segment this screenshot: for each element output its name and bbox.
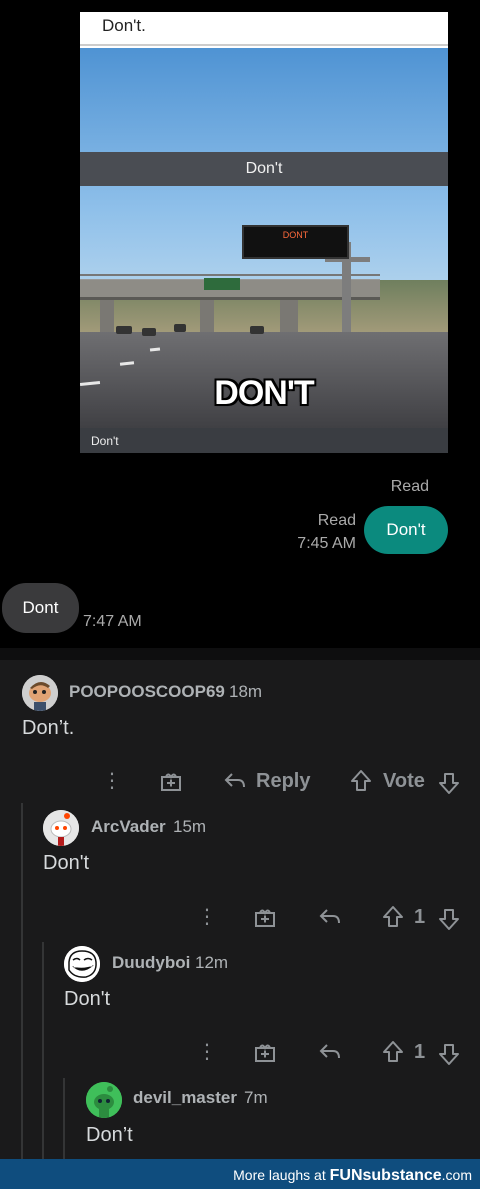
meme-car [142,328,156,336]
meme-pillar [280,300,298,336]
reply-icon[interactable] [318,906,342,928]
upvote-icon[interactable] [382,905,404,929]
downvote-icon[interactable] [438,907,460,931]
award-icon[interactable] [254,1041,276,1063]
meme-billboard-text: DONT [282,230,309,240]
watermark-text: More laughs at FUNsubstance.com [233,1167,472,1185]
snoo-avatar[interactable] [43,810,79,846]
comment-username[interactable]: devil_master [133,1088,237,1108]
meme-footer: Don't [80,428,448,453]
comment-username[interactable]: POOPOOSCOOP69 [69,682,225,702]
meme-car [250,326,264,334]
messages-panel: Don't. Don't DONT DON'T Don't Read Read … [0,0,480,648]
watermark-suffix: .com [441,1167,472,1183]
comment-body: Don't [43,852,90,874]
watermark-prefix: More laughs at [233,1167,326,1183]
comment-body: Don't [64,988,111,1010]
comment-age: 12m [195,953,229,972]
meme-car [174,324,186,332]
reply-icon[interactable] [223,770,247,792]
meme-highway-sign [204,278,240,290]
comment-age: 7m [244,1088,268,1107]
watermark-banner: More laughs at FUNsubstance.com [0,1159,480,1189]
snoo-avatar[interactable] [22,675,58,711]
upvote-icon[interactable] [382,1040,404,1064]
meme-car [116,326,132,334]
meme-billboard: DONT [242,225,349,259]
green-snoo-avatar-icon [86,1082,122,1118]
comment-username[interactable]: Duudyboi [112,953,190,973]
meme-pillar [200,300,214,336]
more-options-icon[interactable]: ⋮ [102,770,122,792]
more-options-icon[interactable]: ⋮ [197,906,217,928]
vote-label: Vote [383,770,425,792]
message-timestamp: 7:45 AM [297,535,356,552]
meme-band-caption: Don't [245,160,283,177]
award-icon[interactable] [254,906,276,928]
meme-band: Don't [80,152,448,186]
thread-line[interactable] [21,803,23,1171]
vote-score: 1 [414,906,426,928]
outgoing-message-bubble[interactable]: Don't [364,506,448,554]
snoo-avatar-icon [22,675,58,711]
meme-overlay-text: DON'T [214,374,314,412]
comment-thread: POOPOOSCOOP69 18m Don’t. ⋮ Reply Vote Ar… [0,648,480,1171]
meme-top-caption-text: Don't. [102,16,146,35]
watermark-brand: FUNsubstance [329,1167,442,1184]
green-snoo-avatar[interactable] [86,1082,122,1118]
comment-age: 15m [173,817,207,836]
comment-body: Don’t [86,1124,133,1146]
downvote-icon[interactable] [438,1042,460,1066]
meme-top-caption: Don't. [80,12,448,46]
comment-age: 18m [229,682,263,701]
reply-button[interactable]: Reply [256,770,310,793]
comment-username[interactable]: ArcVader [91,817,166,837]
reply-icon[interactable] [318,1041,342,1063]
thread-line[interactable] [42,942,44,1171]
award-icon[interactable] [160,770,182,792]
thread-line[interactable] [63,1078,65,1171]
upvote-icon[interactable] [350,769,372,793]
trollface-avatar-icon [64,946,100,982]
read-receipt: Read [390,478,429,495]
snoo-avatar-icon [43,810,79,846]
meme-footer-caption: Don't [91,434,119,448]
vote-score: 1 [414,1041,426,1063]
meme-pillar [100,300,114,336]
incoming-message-bubble[interactable]: Dont [2,583,79,633]
more-options-icon[interactable]: ⋮ [197,1041,217,1063]
meme-image[interactable]: Don't. Don't DONT DON'T Don't [80,12,448,453]
comment-body: Don’t. [22,717,75,739]
message-timestamp: 7:47 AM [83,613,142,630]
downvote-icon[interactable] [438,771,460,795]
trollface-avatar[interactable] [64,946,100,982]
read-receipt: Read [317,512,356,529]
